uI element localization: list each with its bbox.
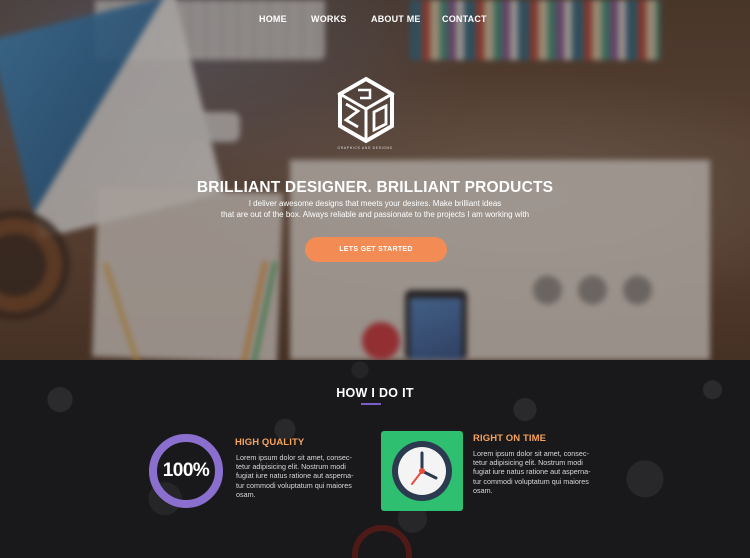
- pencil-photo: [240, 260, 268, 360]
- description-line: osam.: [236, 489, 256, 499]
- feature-title-high-quality: HIGH QUALITY: [235, 437, 305, 448]
- clock-tile: [381, 431, 463, 511]
- description-line: tetur adipisicing elit. Nostrum modi: [473, 458, 583, 468]
- pattern-swatches-photo: [525, 270, 655, 310]
- top-nav: HOME WORKS ABOUT ME CONTACT: [0, 14, 750, 28]
- description-line: tur commodi voluptatum qui maiores: [473, 476, 589, 486]
- background-object: [352, 525, 412, 558]
- hero-subtext-line: I deliver awesome designs that meets you…: [248, 199, 502, 208]
- description-line: fugiat iure natus ratione aut asperna-: [473, 467, 591, 477]
- description-line: tetur adipisicing elit. Nostrum modi: [236, 462, 346, 472]
- hero-subtext: I deliver awesome designs that meets you…: [200, 199, 550, 220]
- clock-icon: [392, 441, 452, 501]
- description-line: osam.: [473, 485, 493, 495]
- feature-description: Lorem ipsum dolor sit amet, consec- tetu…: [236, 453, 376, 499]
- nav-contact[interactable]: CONTACT: [442, 14, 487, 24]
- description-line: Lorem ipsum dolor sit amet, consec-: [473, 449, 589, 458]
- pencil-photo: [103, 262, 141, 360]
- feature-title-right-on-time: RIGHT ON TIME: [473, 433, 547, 444]
- red-logo-photo: [362, 322, 400, 360]
- nav-home[interactable]: HOME: [259, 14, 287, 24]
- nav-about-me[interactable]: ABOUT ME: [371, 14, 421, 24]
- title-underline: [361, 403, 381, 405]
- how-section: HOW I DO IT 100% HIGH QUALITY Lorem ipsu…: [0, 360, 750, 558]
- feature-description: Lorem ipsum dolor sit amet, consec- tetu…: [473, 449, 613, 495]
- trackpad-photo: [130, 112, 240, 142]
- description-line: tur commodi voluptatum qui maiores: [236, 480, 352, 490]
- phone-photo: [405, 290, 467, 360]
- mug-photo: [0, 210, 70, 320]
- hero-headline: BRILLIANT DESIGNER. BRILLIANT PRODUCTS: [196, 179, 554, 196]
- hero-subtext-line: that are out of the box. Always reliable…: [220, 209, 530, 219]
- nav-works[interactable]: WORKS: [311, 14, 347, 24]
- get-started-button[interactable]: LETS GET STARTED: [305, 237, 447, 262]
- logo-tagline: GRAPHICS AND DESIGNS: [337, 146, 393, 150]
- books-photo: [410, 0, 660, 60]
- section-title: HOW I DO IT: [336, 386, 414, 400]
- pencil-photo: [250, 260, 278, 360]
- description-line: Lorem ipsum dolor sit amet, consec-: [236, 453, 352, 462]
- cube-logo-icon[interactable]: [336, 76, 396, 144]
- keyboard-photo: [95, 0, 325, 60]
- ipod-booklet-photo: [0, 0, 224, 239]
- quality-percentage: 100%: [162, 460, 210, 481]
- description-line: fugiat iure natus ratione aut asperna-: [236, 471, 354, 481]
